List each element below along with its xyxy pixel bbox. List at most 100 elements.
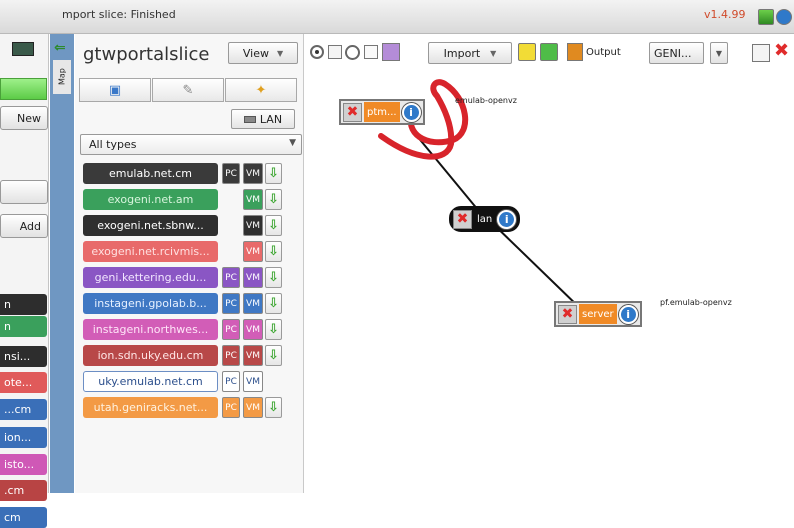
node-mode-icon[interactable]	[328, 45, 342, 59]
eraser-icon[interactable]	[382, 43, 400, 61]
aggregate-vm-button[interactable]: VM	[243, 345, 263, 366]
left-panel-chip[interactable]: n	[0, 316, 47, 337]
format-select-value: GENI...	[654, 46, 692, 60]
map-toggle-strip[interactable]: ⇐ Map	[50, 34, 74, 493]
lan-button[interactable]: LAN	[231, 109, 295, 129]
aggregate-vm-button[interactable]: VM	[243, 319, 263, 340]
left-panel-chip[interactable]: ion...	[0, 427, 47, 448]
aggregate-name[interactable]: instageni.gpolab.b...	[83, 293, 218, 314]
left-panel-chip[interactable]: isto...	[0, 454, 47, 475]
save-icon[interactable]	[752, 44, 770, 62]
add-arrow-icon[interactable]: ⇩	[265, 189, 282, 210]
topology-canvas[interactable]: ✖ ptm... i emulab-openvz ✖ lan i ✖ serve…	[305, 66, 794, 493]
left-panel-chip[interactable]: n	[0, 294, 47, 315]
title-bar: mport slice: Finished v1.4.99	[0, 0, 794, 34]
list-icon[interactable]	[364, 45, 378, 59]
grid-icon[interactable]	[758, 9, 774, 25]
aggregate-pc-button[interactable]: PC	[222, 319, 240, 340]
aggregate-name[interactable]: geni.kettering.edu...	[83, 267, 218, 288]
aggregate-vm-button[interactable]: VM	[243, 215, 263, 236]
green-status-bar	[0, 78, 47, 100]
lan-icon	[243, 115, 256, 123]
aggregate-pc-button[interactable]: PC	[222, 371, 240, 392]
aggregate-vm-button[interactable]: VM	[243, 267, 263, 288]
node-server[interactable]: ✖ server i	[554, 301, 642, 327]
add-arrow-icon[interactable]: ⇩	[265, 267, 282, 288]
links-layer	[378, 79, 585, 313]
aggregate-name[interactable]: exogeni.net.am	[83, 189, 218, 210]
add-arrow-icon[interactable]: ⇩	[265, 293, 282, 314]
aggregate-vm-button[interactable]: VM	[243, 397, 263, 418]
export-icon[interactable]	[567, 43, 583, 61]
left-panel-chip[interactable]: cm	[0, 507, 47, 528]
format-select[interactable]: GENI...	[649, 42, 704, 64]
delete-icon[interactable]: ✖	[343, 102, 362, 122]
tab-links[interactable]: ✎	[152, 78, 224, 102]
info-icon[interactable]: i	[618, 304, 638, 324]
output-label: Output	[586, 47, 621, 58]
blank-button[interactable]	[0, 180, 48, 204]
left-panel-chip[interactable]: ...cm	[0, 399, 47, 420]
add-arrow-icon[interactable]: ⇩	[265, 241, 282, 262]
aggregate-pc-button[interactable]: PC	[222, 293, 240, 314]
circle-mode-icon[interactable]	[345, 45, 360, 60]
aggregate-vm-button[interactable]: VM	[243, 189, 263, 210]
chevron-down-icon: ▼	[289, 138, 296, 148]
aggregate-name[interactable]: exogeni.net.rcivmis...	[83, 241, 218, 262]
refresh-icon[interactable]	[518, 43, 536, 61]
info-icon[interactable]: i	[401, 102, 421, 122]
lan-button-label: LAN	[259, 112, 283, 126]
add-arrow-icon[interactable]: ⇩	[265, 319, 282, 340]
view-dropdown[interactable]: View ▼	[228, 42, 298, 64]
aggregate-vm-button[interactable]: VM	[243, 293, 263, 314]
chevron-down-icon: ▼	[715, 48, 723, 58]
delete-icon[interactable]: ✖	[558, 304, 577, 324]
add-arrow-icon[interactable]: ⇩	[265, 163, 282, 184]
delete-icon[interactable]: ✖	[453, 209, 472, 229]
add-arrow-icon[interactable]: ⇩	[265, 397, 282, 418]
aggregate-pc-button[interactable]: PC	[222, 397, 240, 418]
add-arrow-icon[interactable]: ⇩	[265, 345, 282, 366]
aggregate-pc-button[interactable]: PC	[222, 267, 240, 288]
node-aggregate-label: emulab-openvz	[455, 96, 517, 105]
tab-users[interactable]: ✦	[225, 78, 297, 102]
new-button[interactable]: New	[0, 106, 48, 130]
import-dropdown[interactable]: Import ▼	[428, 42, 512, 64]
import-dropdown-label: Import	[443, 46, 481, 60]
collapse-arrow-icon[interactable]: ⇐	[54, 40, 66, 56]
format-dropdown-button[interactable]: ▼	[710, 42, 728, 64]
info-icon[interactable]: i	[497, 209, 517, 229]
left-panel-chip[interactable]: .cm	[0, 480, 47, 501]
aggregate-name[interactable]: ion.sdn.uky.edu.cm	[83, 345, 218, 366]
tab-resources[interactable]: ▣	[79, 78, 151, 102]
aggregate-name[interactable]: utah.geniracks.net...	[83, 397, 218, 418]
aggregate-name[interactable]: instageni.northwes...	[83, 319, 218, 340]
node-lan[interactable]: ✖ lan i	[449, 206, 521, 232]
close-icon[interactable]: ✖	[774, 40, 789, 61]
help-icon[interactable]	[776, 9, 792, 25]
left-panel-chip[interactable]: nsi...	[0, 346, 47, 367]
aggregate-pc-button[interactable]: PC	[222, 345, 240, 366]
sync-icon[interactable]	[540, 43, 558, 61]
add-arrow-icon[interactable]: ⇩	[265, 215, 282, 236]
aggregate-pc-button[interactable]: PC	[222, 163, 240, 184]
aggregate-vm-button[interactable]: VM	[243, 163, 263, 184]
slice-panel: gtwportalslice ▣ ✎ ✦ LAN All types ▼ emu…	[75, 34, 304, 493]
aggregate-name[interactable]: emulab.net.cm	[83, 163, 218, 184]
aggregate-vm-button[interactable]: VM	[243, 241, 263, 262]
type-filter-select[interactable]: All types ▼	[80, 134, 302, 155]
aggregate-name[interactable]: exogeni.net.sbnw...	[83, 215, 218, 236]
link-lan-server	[486, 217, 585, 313]
node-name: ptm...	[364, 102, 400, 122]
chevron-down-icon: ▼	[276, 48, 284, 58]
aggregate-vm-button[interactable]: VM	[243, 371, 263, 392]
map-tab[interactable]: Map	[53, 60, 71, 94]
type-filter-value: All types	[89, 138, 137, 151]
add-button[interactable]: Add	[0, 214, 48, 238]
aggregate-name[interactable]: uky.emulab.net.cm	[83, 371, 218, 392]
left-panel-chip[interactable]: ote...	[0, 372, 47, 393]
select-mode-icon[interactable]	[310, 45, 324, 59]
node-name: lan	[474, 209, 496, 229]
node-ptm[interactable]: ✖ ptm... i	[339, 99, 425, 125]
link-icon: ✎	[182, 82, 194, 98]
